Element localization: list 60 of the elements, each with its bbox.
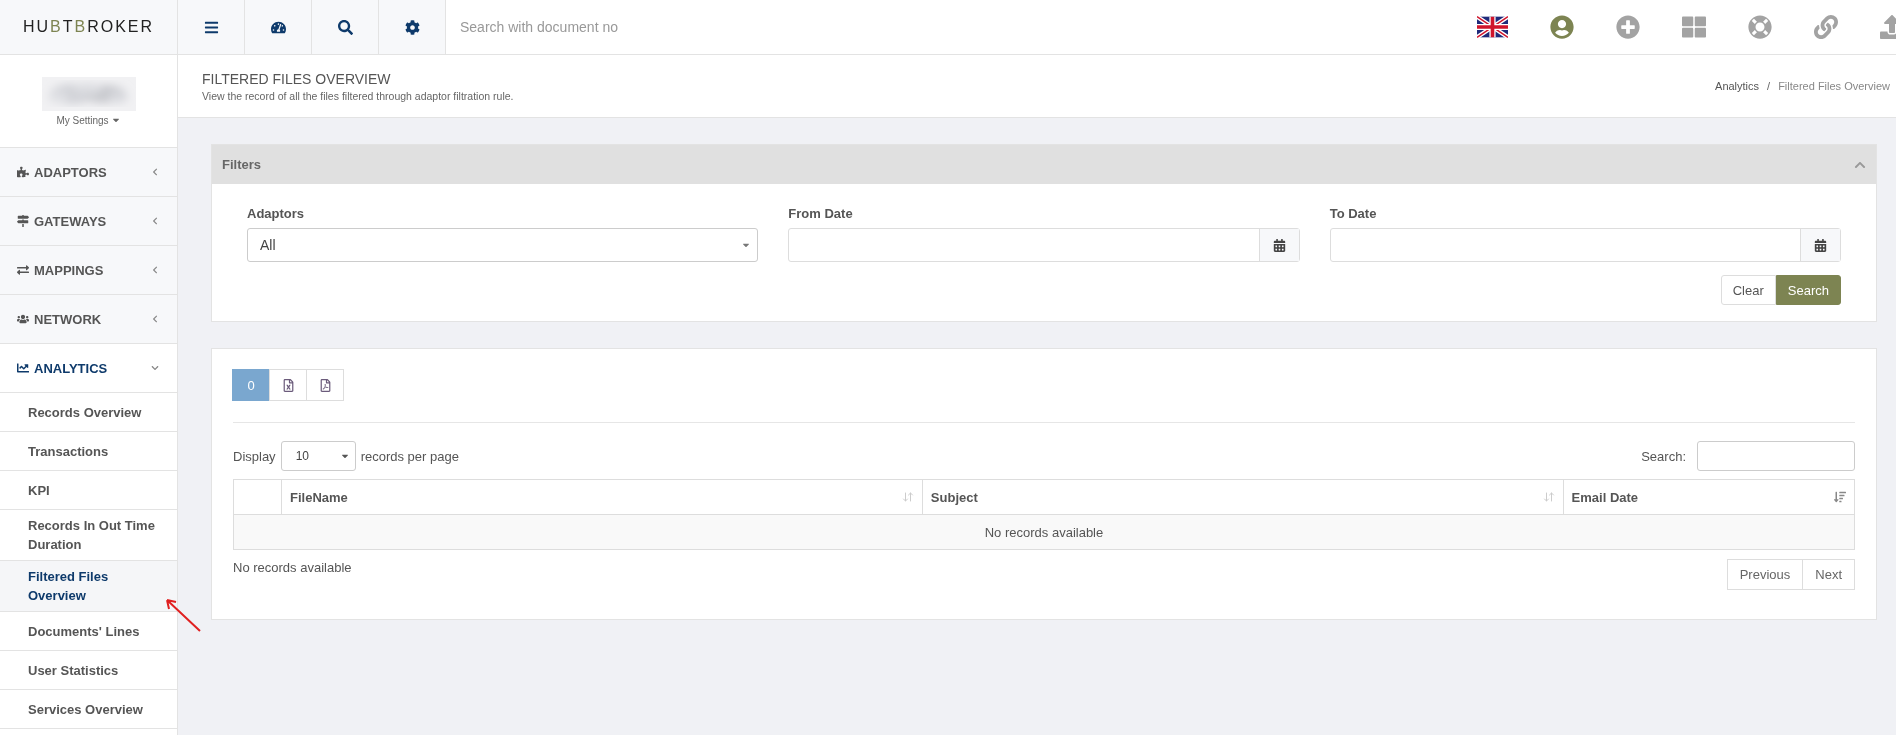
breadcrumb-separator: / bbox=[1767, 80, 1771, 92]
field-label: From Date bbox=[788, 206, 854, 221]
empty-table-cell: No records available bbox=[233, 514, 1855, 550]
breadcrumb-link[interactable]: Analytics bbox=[1715, 80, 1760, 92]
column-header[interactable]: Email Date bbox=[1563, 479, 1855, 515]
adaptor-select[interactable]: All bbox=[247, 228, 759, 262]
add-icon[interactable] bbox=[1616, 15, 1640, 39]
grid-icon[interactable] bbox=[1682, 15, 1706, 39]
users-icon bbox=[17, 313, 29, 325]
search-field[interactable]: Search with document no bbox=[446, 0, 1477, 54]
page-size-select[interactable]: 10 bbox=[280, 441, 356, 471]
breadcrumb-current: Filtered Files Overview bbox=[1778, 80, 1890, 92]
sidebar-subitem[interactable]: Filtered Files Overview bbox=[0, 561, 177, 612]
chevron-icon bbox=[151, 168, 159, 176]
sidebar-item[interactable]: MAPPINGS bbox=[0, 246, 177, 295]
table-header-cell bbox=[233, 479, 282, 515]
column-header[interactable]: Subject bbox=[922, 479, 1564, 515]
menu-icon bbox=[203, 19, 219, 35]
search-button[interactable]: Search bbox=[1775, 275, 1841, 305]
search-button[interactable] bbox=[312, 0, 379, 54]
previous-button[interactable]: Previous bbox=[1726, 559, 1804, 590]
clear-button[interactable]: Clear bbox=[1720, 275, 1776, 305]
display-label: Display bbox=[233, 448, 276, 464]
panel-title: Filters bbox=[222, 157, 261, 172]
pdf-file-icon bbox=[318, 378, 332, 392]
next-button[interactable]: Next bbox=[1802, 559, 1855, 590]
pdf-button[interactable] bbox=[306, 369, 344, 401]
lifebuoy-icon[interactable] bbox=[1748, 15, 1772, 39]
dashboard-button[interactable] bbox=[245, 0, 312, 54]
settings-button[interactable] bbox=[379, 0, 446, 54]
gear-icon bbox=[404, 19, 420, 35]
link-icon[interactable] bbox=[1814, 15, 1838, 39]
table-search-field[interactable] bbox=[1697, 441, 1855, 471]
page-title: FILTERED FILES OVERVIEW bbox=[202, 70, 392, 87]
settings-link[interactable]: My Settings bbox=[56, 114, 121, 126]
per-page-label: records per page bbox=[360, 448, 459, 464]
sidebar-item[interactable]: GATEWAYS bbox=[0, 197, 177, 246]
field-label: To Date bbox=[1329, 206, 1378, 221]
field-label: Adaptors bbox=[247, 206, 306, 221]
chevron-icon bbox=[151, 266, 159, 274]
chart-icon bbox=[17, 362, 29, 374]
gauge-icon bbox=[270, 19, 286, 35]
sidebar-item[interactable]: ADAPTORS bbox=[0, 148, 177, 197]
search-label: Search: bbox=[1641, 448, 1686, 464]
search-icon bbox=[337, 19, 353, 35]
chevron-icon bbox=[151, 364, 159, 372]
spreadsheet-file-icon bbox=[281, 378, 295, 392]
flag-icon[interactable] bbox=[1477, 16, 1508, 38]
user-icon[interactable] bbox=[1550, 15, 1574, 39]
table-info: No records available bbox=[233, 560, 352, 575]
column-header[interactable]: FileName bbox=[281, 479, 923, 515]
chevron-icon bbox=[151, 217, 159, 225]
page-subtitle: View the record of all the files filtered through adaptor filtration rule. bbox=[202, 89, 514, 102]
logo: HU BTBROKER bbox=[0, 0, 178, 54]
signpost-icon bbox=[17, 215, 29, 227]
puzzle-icon bbox=[17, 166, 29, 178]
arrows-icon bbox=[17, 264, 29, 276]
excel-button[interactable] bbox=[269, 369, 307, 401]
chevron-icon bbox=[151, 315, 159, 323]
sidebar-item[interactable]: NETWORK bbox=[0, 295, 177, 344]
